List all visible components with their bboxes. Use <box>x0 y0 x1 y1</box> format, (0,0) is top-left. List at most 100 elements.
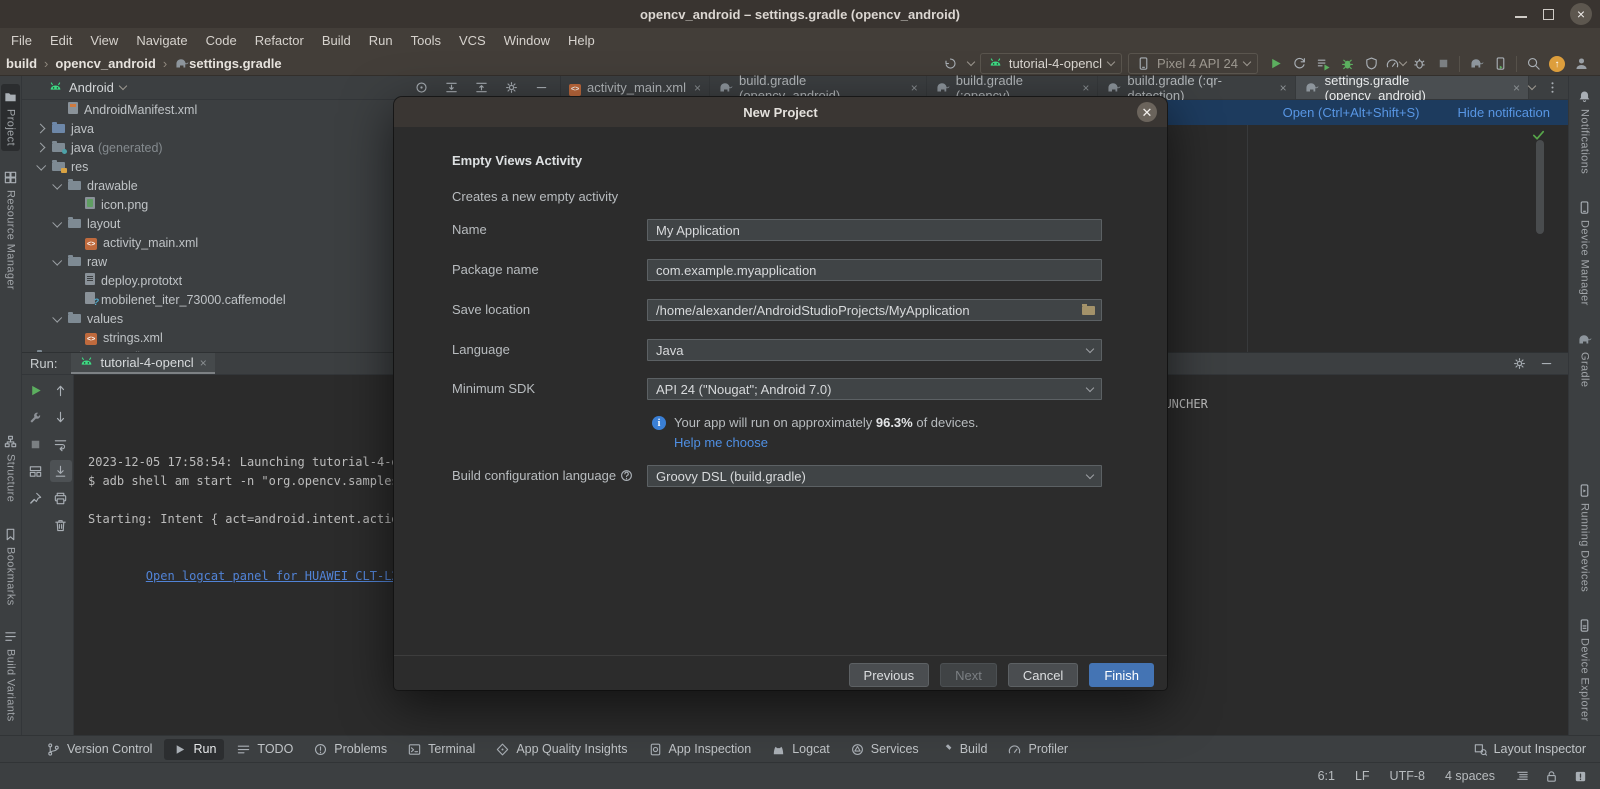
tool-window-button[interactable]: Run <box>164 739 224 760</box>
open-settings-link[interactable]: Open (Ctrl+Alt+Shift+S) <box>1283 105 1420 120</box>
menu-item[interactable]: View <box>81 28 127 52</box>
status-item[interactable]: 6:1 <box>1318 769 1335 783</box>
finish-button[interactable]: Finish <box>1089 663 1154 687</box>
save-location-field[interactable] <box>647 299 1102 321</box>
run-tab[interactable]: tutorial-4-opencl × <box>71 353 214 374</box>
close-tab-icon[interactable]: × <box>200 356 207 370</box>
close-tab-icon[interactable]: × <box>1280 81 1287 95</box>
editor-tab[interactable]: activity_main.xml × <box>561 76 710 99</box>
tool-window-button[interactable]: TODO <box>228 739 301 760</box>
tree-chevron-icon[interactable] <box>52 180 62 190</box>
locate-file-icon[interactable] <box>410 77 432 99</box>
tool-stripe-item[interactable]: Build Variants <box>1 624 20 727</box>
menu-item[interactable]: Help <box>559 28 604 52</box>
dialog-close-icon[interactable]: ✕ <box>1137 102 1157 122</box>
profile-avatar[interactable] <box>1570 53 1592 75</box>
expand-all-icon[interactable] <box>440 77 462 99</box>
clear-all-icon[interactable] <box>50 514 72 536</box>
tool-window-button[interactable]: Terminal <box>399 739 483 760</box>
device-manager-button[interactable] <box>1489 53 1511 75</box>
stop-icon[interactable] <box>24 433 46 455</box>
next-button[interactable]: Next <box>940 663 997 687</box>
hide-notification-link[interactable]: Hide notification <box>1458 105 1551 120</box>
tool-window-button[interactable]: App Inspection <box>640 739 760 760</box>
profiler-button[interactable] <box>1384 53 1406 75</box>
tool-stripe-item[interactable]: Bookmarks <box>1 522 20 611</box>
tool-stripe-item[interactable]: Structure <box>1 429 20 507</box>
tool-window-button[interactable]: App Quality Insights <box>487 739 635 760</box>
layout-inspector-button[interactable]: Layout Inspector <box>1473 742 1586 757</box>
previous-button[interactable]: Previous <box>849 663 930 687</box>
status-item[interactable]: 4 spaces <box>1445 769 1495 783</box>
close-icon[interactable]: × <box>1570 3 1592 25</box>
tool-stripe-item[interactable]: Project <box>1 84 20 151</box>
tool-stripe-item[interactable]: Device Explorer <box>1575 613 1594 727</box>
toolbar-icon[interactable] <box>1516 56 1517 72</box>
package-field[interactable] <box>647 259 1102 281</box>
tool-window-button[interactable]: Logcat <box>763 739 838 760</box>
tree-chevron-icon[interactable] <box>52 218 62 228</box>
next-occurrence-icon[interactable] <box>50 406 72 428</box>
cancel-button[interactable]: Cancel <box>1008 663 1078 687</box>
tool-stripe-item[interactable]: Gradle <box>1575 327 1594 392</box>
maximize-icon[interactable] <box>1543 9 1554 20</box>
prev-occurrence-icon[interactable] <box>50 379 72 401</box>
update-badge[interactable]: ↑ <box>1546 53 1568 75</box>
tool-window-button[interactable]: Problems <box>305 739 395 760</box>
editor-tab[interactable]: build.gradle (:opencv) × <box>927 76 1099 99</box>
menu-item[interactable]: Tools <box>402 28 450 52</box>
close-tab-icon[interactable]: × <box>694 81 701 95</box>
layout-icon[interactable] <box>24 460 46 482</box>
tool-stripe-item[interactable]: Running Devices <box>1575 478 1594 597</box>
name-field[interactable] <box>647 219 1102 241</box>
editor-tab[interactable]: build.gradle (:qr-detection) × <box>1098 76 1295 99</box>
collapse-all-icon[interactable] <box>470 77 492 99</box>
tool-stripe-item[interactable]: Device Manager <box>1575 195 1594 311</box>
menu-item[interactable]: Run <box>360 28 402 52</box>
help-me-choose-link[interactable]: Help me choose <box>674 435 768 450</box>
tool-window-button[interactable]: Build <box>931 739 996 760</box>
menu-item[interactable]: File <box>2 28 41 52</box>
close-tab-icon[interactable]: × <box>1513 81 1520 95</box>
tool-stripe-item[interactable]: Resource Manager <box>1 165 20 295</box>
settings-icon[interactable] <box>1512 356 1527 371</box>
tree-chevron-icon[interactable] <box>36 143 46 153</box>
hidden-tabs-icon[interactable] <box>1528 82 1536 90</box>
run-menu-button[interactable] <box>1312 53 1334 75</box>
rerun-icon[interactable] <box>24 379 46 401</box>
rerun-button[interactable] <box>1288 53 1310 75</box>
edit-config-icon[interactable] <box>24 406 46 428</box>
tool-window-button[interactable]: Version Control <box>38 739 160 760</box>
build-config-select[interactable] <box>647 465 1102 487</box>
chevron-down-icon[interactable] <box>119 82 127 90</box>
status-item[interactable]: UTF-8 <box>1390 769 1425 783</box>
tab-options-icon[interactable] <box>1545 80 1560 95</box>
tool-window-button[interactable]: Profiler <box>999 739 1076 760</box>
menu-item[interactable]: Refactor <box>246 28 313 52</box>
hide-panel-icon[interactable] <box>1539 356 1554 371</box>
menu-item[interactable]: Edit <box>41 28 81 52</box>
editor-tab[interactable]: build.gradle (opencv_android) × <box>710 76 927 99</box>
soft-wrap-icon[interactable] <box>50 433 72 455</box>
tool-stripe-item[interactable]: Notifications <box>1575 84 1594 179</box>
menu-item[interactable]: Navigate <box>127 28 196 52</box>
notifications-icon[interactable] <box>1573 769 1588 784</box>
language-select[interactable] <box>647 339 1102 361</box>
editor-tab[interactable]: settings.gradle (opencv_android) × <box>1296 76 1529 99</box>
stop-button[interactable] <box>1432 53 1454 75</box>
profile-low-overhead-button[interactable] <box>1408 53 1430 75</box>
menu-item[interactable]: Window <box>495 28 559 52</box>
menu-item[interactable]: Code <box>197 28 246 52</box>
tool-window-button[interactable]: Services <box>842 739 927 760</box>
run-configuration-select[interactable]: tutorial-4-opencl <box>980 53 1122 74</box>
minimize-icon[interactable] <box>1515 16 1527 18</box>
history-icon[interactable] <box>940 53 962 75</box>
print-icon[interactable] <box>50 487 72 509</box>
min-sdk-select[interactable] <box>647 378 1102 400</box>
search-everywhere-button[interactable] <box>1522 53 1544 75</box>
debug-button[interactable] <box>1336 53 1358 75</box>
status-item[interactable]: LF <box>1355 769 1370 783</box>
scroll-to-end-icon[interactable] <box>50 460 72 482</box>
coverage-button[interactable] <box>1360 53 1382 75</box>
menu-item[interactable]: Build <box>313 28 360 52</box>
